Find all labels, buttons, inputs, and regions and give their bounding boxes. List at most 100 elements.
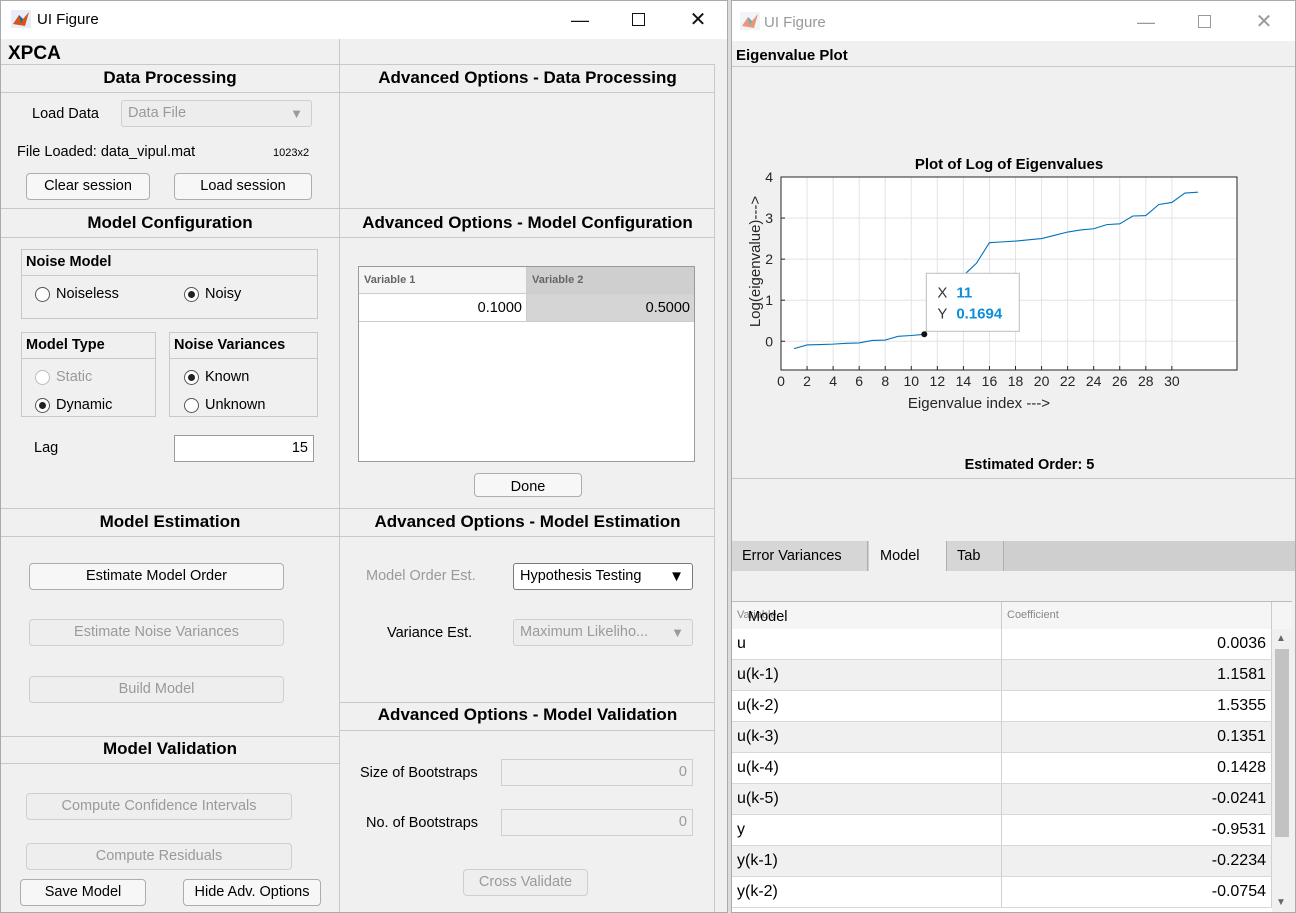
noisy-label: Noisy [205, 286, 242, 302]
model-config-title: Model Configuration [87, 213, 253, 232]
clear-session-button[interactable]: Clear session [26, 173, 150, 200]
scroll-up-icon[interactable]: ▲ [1276, 633, 1286, 644]
x-tick-label: 8 [881, 373, 889, 389]
right-figure-window: UI Figure — ✕ Eigenvalue Plot 0 2 4 6 8 10 12 1… [731, 0, 1296, 913]
static-radio[interactable] [35, 370, 50, 385]
dynamic-radio[interactable] [35, 398, 50, 413]
table-header-variable-1: Variable 1 [359, 267, 527, 294]
unknown-radio[interactable] [184, 398, 199, 413]
group-divider [170, 358, 317, 359]
variance-est-dropdown[interactable]: Maximum Likeliho... ▼ [513, 619, 693, 646]
table-row[interactable]: u 0.0036 [732, 629, 1272, 660]
y-tick-label: 1 [765, 292, 773, 308]
table-cell-variable-1[interactable]: 0.1000 [359, 294, 527, 322]
variance-est-value: Maximum Likeliho... [520, 624, 649, 640]
file-dims: 1023x2 [273, 147, 310, 159]
variable-table[interactable]: Variable 1 Variable 2 0.1000 0.5000 [358, 266, 695, 462]
divider [1, 763, 339, 764]
data-processing-title: Data Processing [103, 68, 237, 87]
divider [732, 66, 1295, 67]
close-icon[interactable]: ✕ [1250, 8, 1278, 36]
table-row[interactable]: u(k-5) -0.0241 [732, 784, 1272, 815]
x-tick-label: 18 [1008, 373, 1024, 389]
table-row[interactable]: u(k-2) 1.5355 [732, 691, 1272, 722]
maximize-icon[interactable] [624, 6, 652, 34]
matlab-icon [740, 12, 760, 30]
x-tick-label: 12 [930, 373, 946, 389]
right-titlebar[interactable]: UI Figure — ✕ [732, 1, 1295, 41]
x-tick-label: 30 [1164, 373, 1180, 389]
table-row[interactable]: u(k-3) 0.1351 [732, 722, 1272, 753]
right-edge [714, 64, 715, 912]
table-row[interactable]: u(k-1) 1.1581 [732, 660, 1272, 691]
size-bootstraps-input[interactable]: 0 [501, 759, 693, 786]
model-order-est-value: Hypothesis Testing [520, 568, 642, 584]
lag-input[interactable]: 15 [174, 435, 314, 462]
estimate-noise-variances-button[interactable]: Estimate Noise Variances [29, 619, 284, 646]
datatip-marker [921, 331, 928, 338]
cross-validate-button[interactable]: Cross Validate [463, 869, 588, 896]
scroll-thumb[interactable] [1275, 649, 1289, 837]
known-label: Known [205, 369, 250, 385]
dropdown-arrow-icon: ▼ [669, 568, 684, 585]
num-bootstraps-input[interactable]: 0 [501, 809, 693, 836]
noiseless-label: Noiseless [56, 286, 119, 302]
variable-cell: y [732, 815, 1002, 845]
tab-label: Error Variances [742, 548, 842, 564]
tab-error-variances[interactable]: Error Variances [732, 541, 868, 571]
compute-confidence-button[interactable]: Compute Confidence Intervals [26, 793, 292, 820]
minimize-icon[interactable]: — [1132, 8, 1160, 36]
data-file-value: Data File [128, 105, 187, 121]
coefficient-table[interactable]: Variable Model Coefficient u 0.0036 u(k-1)… [732, 601, 1292, 912]
table-row[interactable]: y(k-1) -0.2234 [732, 846, 1272, 877]
adv-model-validation-title: Advanced Options - Model Validation [377, 705, 678, 724]
table-header-variable-2: Variable 2 [527, 267, 694, 294]
done-button[interactable]: Done [474, 473, 582, 497]
estimate-model-order-button[interactable]: Estimate Model Order [29, 563, 284, 590]
x-axis-label: Eigenvalue index ---> [908, 395, 1050, 412]
variable-cell: u(k-5) [732, 784, 1002, 814]
scroll-down-icon[interactable]: ▼ [1276, 897, 1286, 908]
data-file-dropdown[interactable]: Data File ▼ [121, 100, 312, 127]
known-radio[interactable] [184, 370, 199, 385]
save-model-button[interactable]: Save Model [20, 879, 146, 906]
table-scrollbar[interactable]: ▲ ▼ [1272, 629, 1292, 912]
coefficient-cell: 1.1581 [1002, 660, 1272, 690]
tab-tab[interactable]: Tab [946, 541, 1004, 571]
divider [1, 208, 715, 209]
tab-model[interactable]: Model [869, 541, 946, 572]
y-tick-label: 4 [765, 169, 773, 185]
x-tick-label: 22 [1060, 373, 1076, 389]
x-tick-label: 0 [777, 373, 785, 389]
compute-residuals-button[interactable]: Compute Residuals [26, 843, 292, 870]
noiseless-radio[interactable] [35, 287, 50, 302]
maximize-icon[interactable] [1190, 8, 1218, 36]
x-tick-label: 4 [829, 373, 837, 389]
estimated-order: Estimated Order: 5 [964, 457, 1095, 473]
minimize-icon[interactable]: — [566, 6, 594, 34]
build-model-button[interactable]: Build Model [29, 676, 284, 703]
noisy-radio[interactable] [184, 287, 199, 302]
left-titlebar[interactable]: UI Figure — ✕ [1, 1, 727, 39]
left-figure-window: UI Figure — ✕ XPCA Data Processing Load … [0, 0, 728, 913]
table-cell-variable-2[interactable]: 0.5000 [527, 294, 694, 322]
coefficient-cell: 1.5355 [1002, 691, 1272, 721]
table-row[interactable]: y(k-2) -0.0754 [732, 877, 1272, 908]
num-bootstraps-label: No. of Bootstraps [366, 815, 479, 831]
table-header-end [1272, 602, 1292, 629]
x-tick-label: 20 [1034, 373, 1050, 389]
x-tick-label: 2 [803, 373, 811, 389]
load-session-button[interactable]: Load session [174, 173, 312, 200]
model-order-est-dropdown[interactable]: Hypothesis Testing ▼ [513, 563, 693, 590]
close-icon[interactable]: ✕ [684, 6, 712, 34]
x-tick-label: 14 [956, 373, 972, 389]
hide-adv-options-button[interactable]: Hide Adv. Options [183, 879, 321, 906]
table-row[interactable]: y -0.9531 [732, 815, 1272, 846]
variable-cell: y(k-1) [732, 846, 1002, 876]
size-bootstraps-label: Size of Bootstraps [360, 765, 478, 781]
variable-cell: u(k-4) [732, 753, 1002, 783]
divider [340, 730, 715, 731]
table-row[interactable]: u(k-4) 0.1428 [732, 753, 1272, 784]
eigenvalue-chart[interactable]: 0 2 4 6 8 10 12 14 16 18 20 22 24 26 28 3001234Plot of … [732, 151, 1296, 421]
window-title: UI Figure [764, 14, 826, 31]
